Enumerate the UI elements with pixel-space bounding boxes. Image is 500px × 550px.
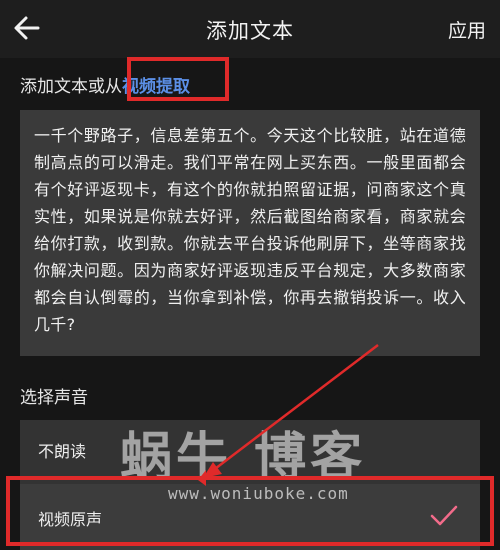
- top-bar: 添加文本 应用: [0, 0, 500, 58]
- select-voice-label: 选择声音: [20, 388, 88, 408]
- voice-option-label: 不朗读: [38, 442, 87, 461]
- annotation-box-original-sound: [6, 476, 494, 546]
- page-title: 添加文本: [206, 19, 294, 43]
- text-input-area[interactable]: 一千个野路子，信息差第五个。今天这个比较脏，站在道德制高点的可以滑走。我们平常在…: [20, 110, 480, 356]
- apply-button[interactable]: 应用: [448, 16, 486, 43]
- annotation-box-extract: [127, 57, 229, 101]
- text-source-prefix: 添加文本或从: [20, 77, 122, 97]
- text-content: 一千个野路子，信息差第五个。今天这个比较脏，站在道德制高点的可以滑走。我们平常在…: [34, 126, 466, 334]
